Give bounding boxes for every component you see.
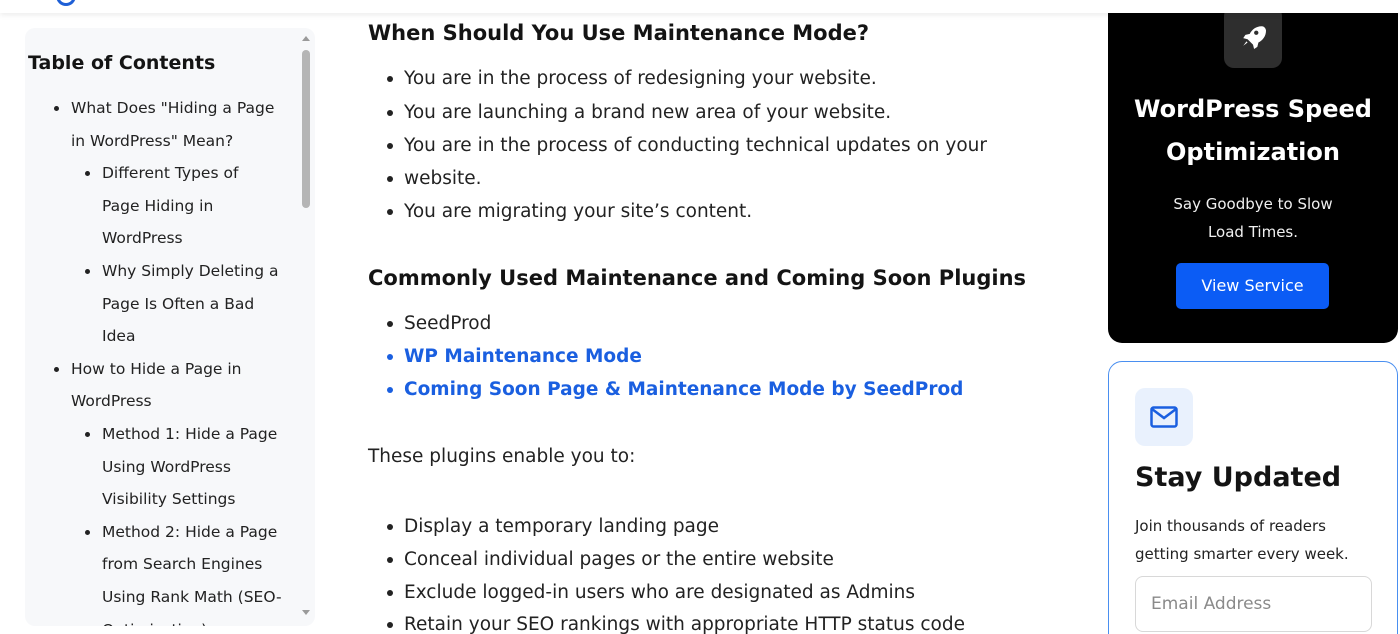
list-item: You are in the process of conducting tec… [387,129,987,162]
email-field[interactable] [1135,576,1372,632]
toc-item-line: Optimization) [102,614,282,626]
list-item: Conceal individual pages or the entire w… [387,543,834,576]
bullet [85,269,90,274]
toc-item[interactable]: Different Types of Page Hiding in WordPres… [85,157,239,255]
toc-item-line: WordPress [102,229,183,248]
mail-icon [1135,388,1193,446]
bullet [85,529,90,535]
bullet [85,432,90,437]
toc-title: Table of Contents [28,52,216,74]
list-item: You are launching a brand new area of yo… [386,96,891,129]
scroll-thumb[interactable] [302,50,310,208]
toc-item-line: How to Hide a Page in [71,359,242,378]
bullet [54,366,59,372]
view-service-button[interactable]: View Service [1176,263,1329,309]
promo-subtitle: Say Goodbye to Slow Load Times. [1158,190,1348,246]
toc-item-line: Page Hiding in [102,196,214,215]
promo-subtitle-line: Load Times. [1207,223,1299,241]
toc-item-line: from Search Engines [102,555,263,574]
link-wp-maintenance-mode[interactable]: WP Maintenance Mode [387,340,642,373]
heading-maintenance-mode: When Should You Use Maintenance Mode? [368,21,870,45]
newsletter-title: Stay Updated [1135,462,1342,493]
toc-item-line: What Does "Hiding a Page [71,99,275,117]
list-item-continuation: website. [387,162,482,195]
newsletter-subtitle: Join thousands of readers getting smarte… [1135,512,1375,568]
toc-item-line: Method 2: Hide a Page [102,522,278,541]
list-item: Retain your SEO rankings with appropriat… [387,608,965,634]
toc-item-line: Why Simply Deleting a [102,262,279,280]
list-item: You are in the process of redesigning yo… [387,62,877,95]
list-item: Display a temporary landing page [386,510,719,543]
bullet [85,171,90,177]
toc-item[interactable]: Why Simply Deleting a Page Is Often a Bad… [85,255,279,353]
newsletter-subtitle-line: Join thousands of readers [1135,517,1326,535]
toc-item[interactable]: Method 1: Hide a Page Using WordPress Visi… [85,418,278,516]
toc-item[interactable]: Method 2: Hide a Page from Search Engines… [85,516,282,626]
toc-item[interactable]: How to Hide a Page in WordPress [54,353,242,418]
bullet [54,106,59,111]
link-coming-soon-seedprod[interactable]: Coming Soon Page & Maintenance Mode by S… [386,373,963,406]
toc-item-line: Using Rank Math (SEO- [102,587,282,606]
site-logo-icon[interactable] [56,0,76,6]
scroll-down-arrow-icon[interactable] [302,610,310,615]
toc-item[interactable]: What Does "Hiding a Page in WordPress" Me… [54,92,275,157]
list-item: You are migrating your site’s content. [386,195,752,228]
toc-item-line: Page Is Often a Bad [102,294,255,313]
newsletter-card: Stay Updated Join thousands of readers g… [1108,361,1398,634]
promo-title-line: Optimization [1166,138,1340,166]
rocket-icon [1224,6,1282,68]
table-of-contents: What Does "Hiding a Page in WordPress" Me… [25,28,315,626]
promo-title: WordPress Speed Optimization [1108,88,1398,174]
toc-item-line: WordPress [71,392,152,411]
toc-item-line: Idea [102,327,136,346]
toc-item-line: Method 1: Hide a Page [102,425,278,443]
toc-scrollbar[interactable] [300,32,312,622]
toc-item-line: Different Types of [102,164,239,183]
intro-paragraph: These plugins enable you to: [368,446,636,467]
scroll-up-arrow-icon[interactable] [302,36,310,41]
list-item: SeedProd [386,307,491,340]
promo-title-line: WordPress Speed [1134,95,1372,123]
promo-subtitle-line: Say Goodbye to Slow [1173,195,1333,213]
heading-plugins: Commonly Used Maintenance and Coming Soo… [368,266,1027,290]
speed-optimization-promo: WordPress Speed Optimization Say Goodbye… [1108,0,1398,343]
toc-item-line: Using WordPress [102,457,231,476]
toc-item-line: in WordPress" Mean? [71,131,234,150]
newsletter-subtitle-line: getting smarter every week. [1135,545,1349,563]
list-item: Exclude logged-in users who are designat… [387,576,915,609]
site-header [0,0,1400,13]
article-content: When Should You Use Maintenance Mode? Yo… [368,0,1048,634]
toc-item-line: Visibility Settings [102,490,236,509]
